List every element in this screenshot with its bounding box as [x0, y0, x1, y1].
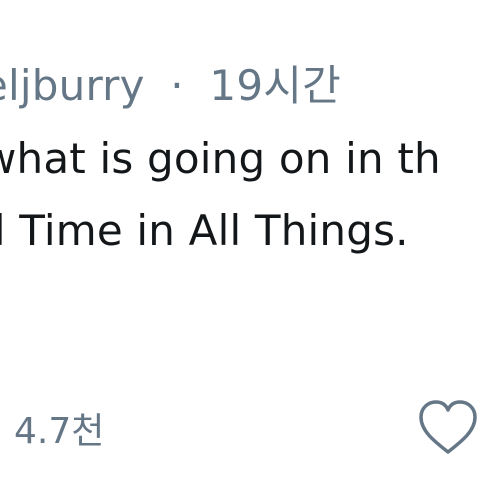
tweet-card: eljburry · 19시간 what is going on in th l… — [0, 0, 500, 500]
user-handle[interactable]: eljburry — [0, 61, 145, 110]
like-button[interactable] — [416, 398, 480, 458]
timestamp[interactable]: 19시간 — [209, 61, 341, 110]
tweet-header: eljburry · 19시간 — [0, 52, 341, 113]
tweet-text-line-2: ll Time in All Things. — [0, 206, 409, 255]
separator: · — [170, 61, 184, 110]
reply-count[interactable]: 4.7천 — [14, 402, 104, 454]
tweet-text-line-1: what is going on in th — [0, 134, 441, 183]
heart-outline-icon — [419, 400, 477, 454]
